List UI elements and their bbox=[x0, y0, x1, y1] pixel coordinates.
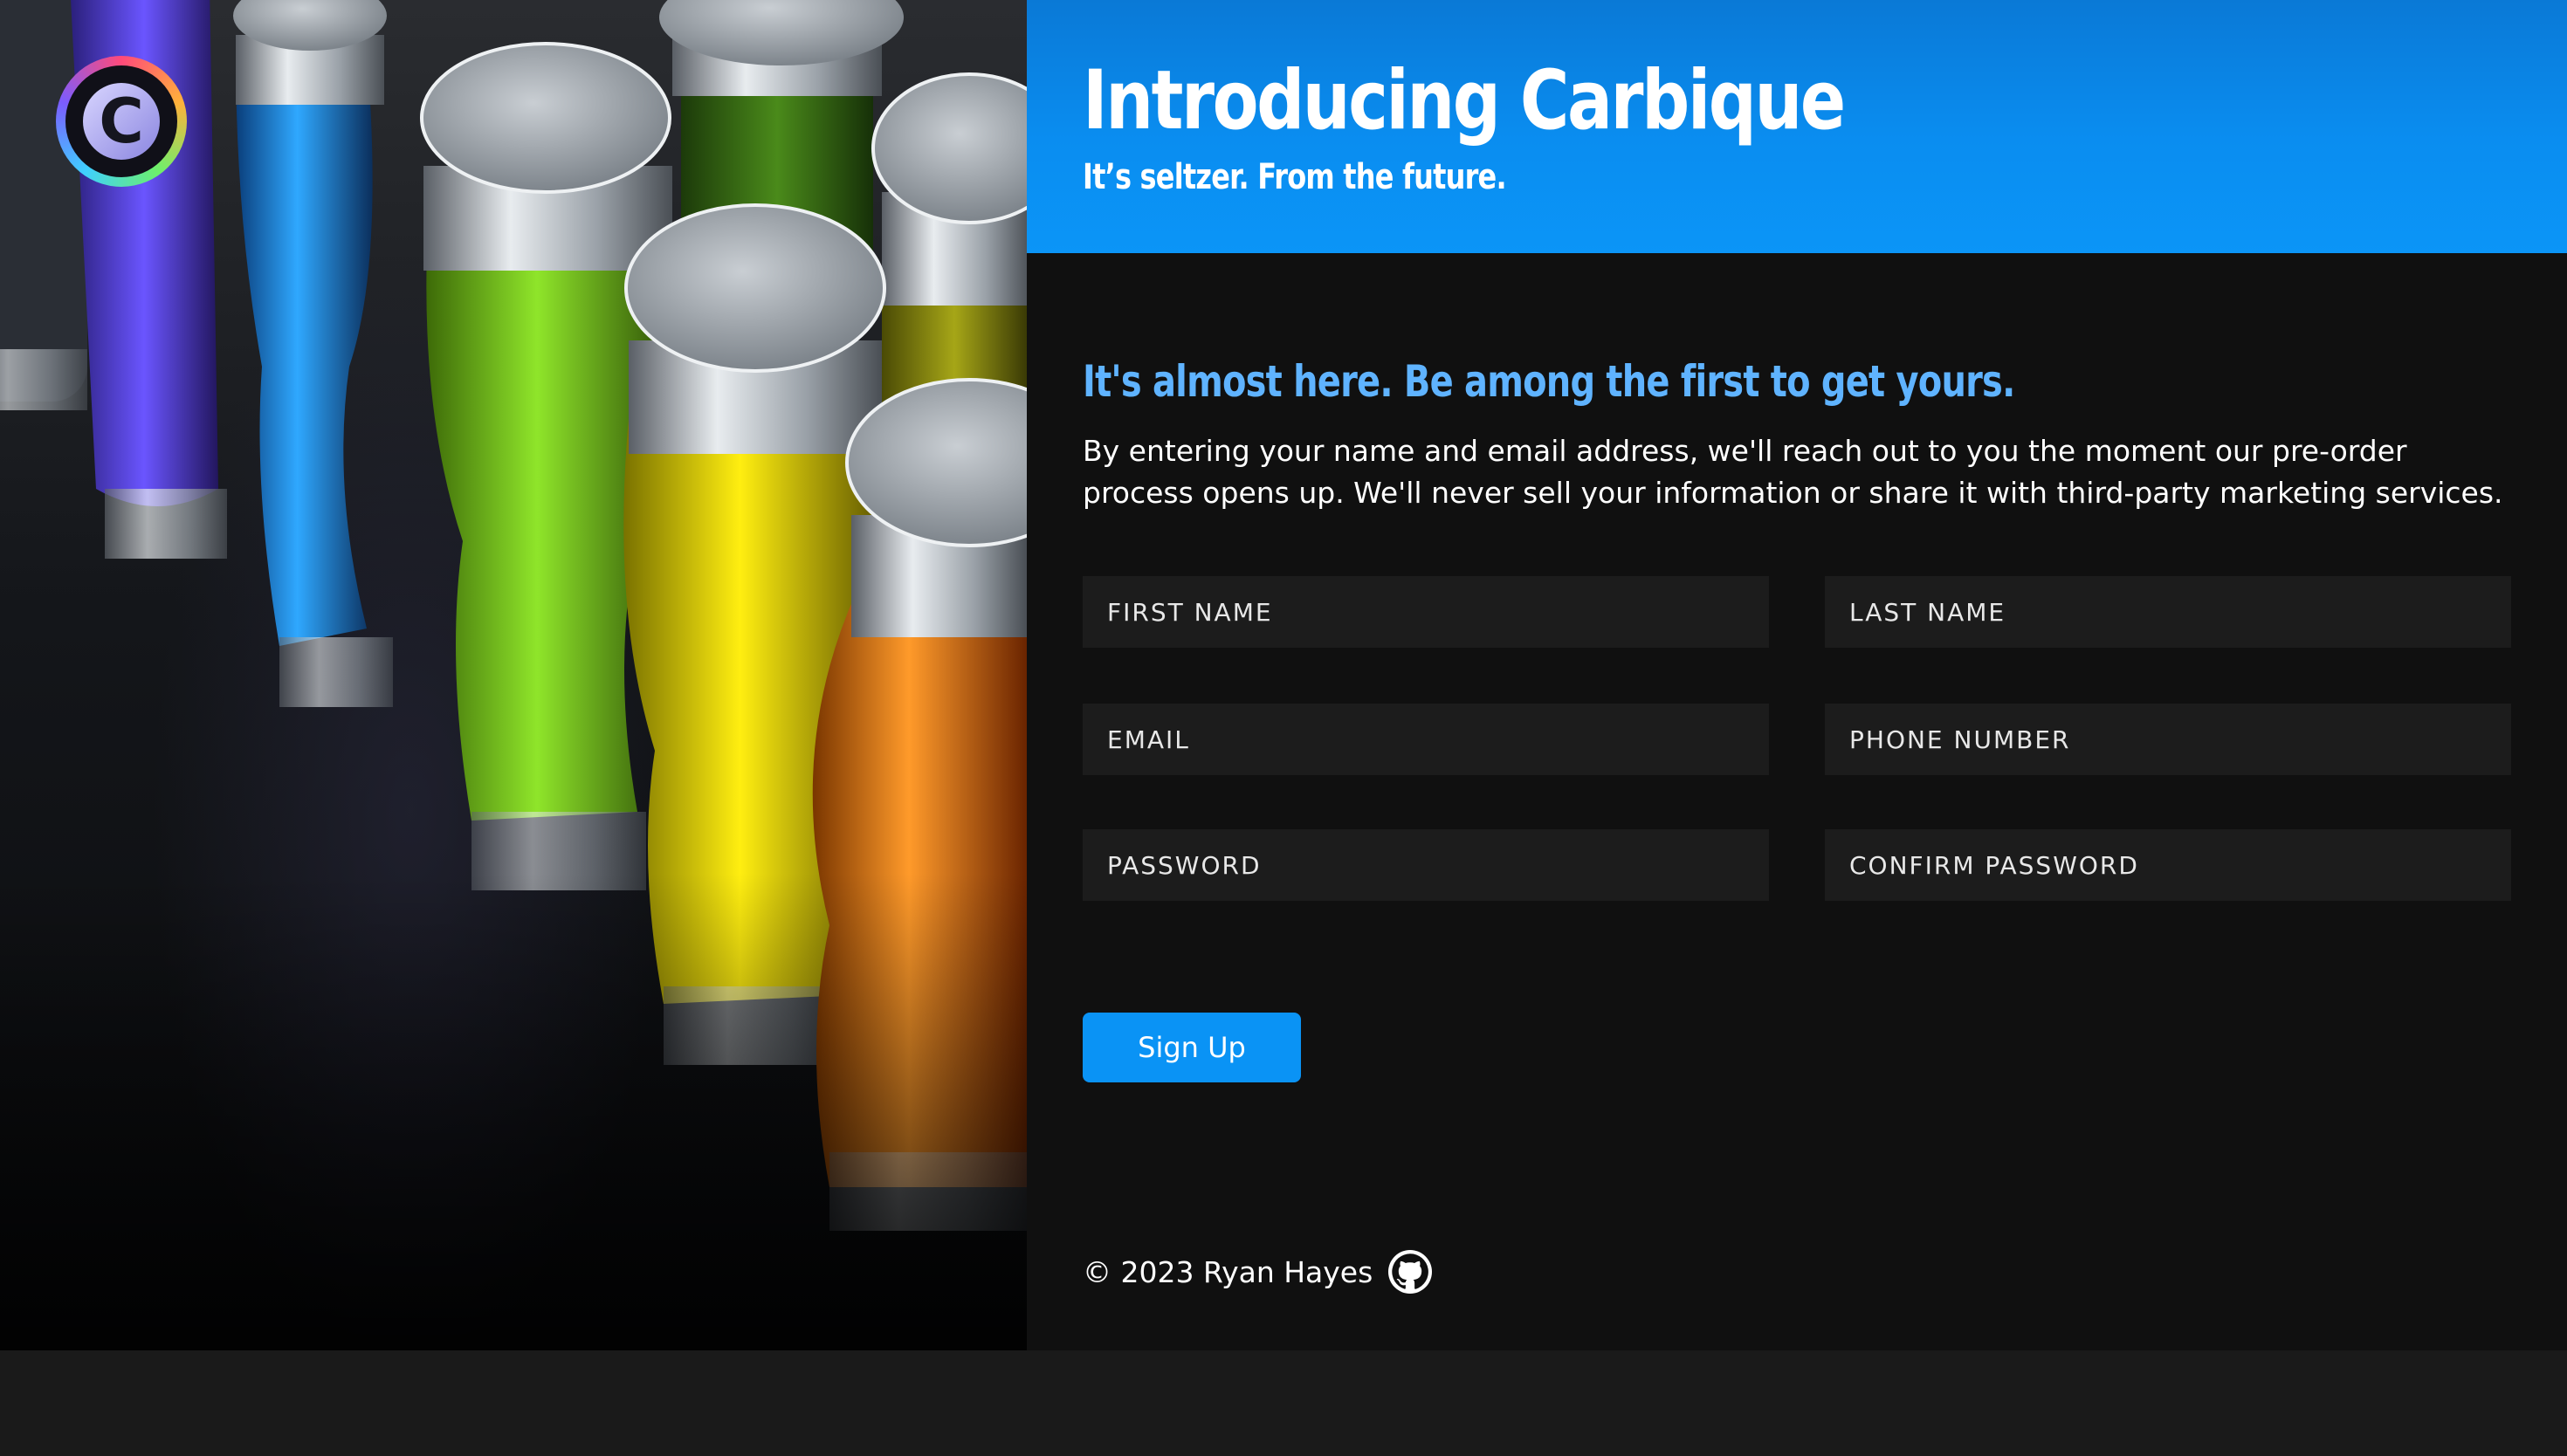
confirm-password-input[interactable] bbox=[1825, 829, 2511, 901]
github-icon[interactable] bbox=[1388, 1250, 1433, 1294]
signup-panel: Introducing Carbique It’s seltzer. From … bbox=[1027, 0, 2567, 1350]
header-banner: Introducing Carbique It’s seltzer. From … bbox=[1027, 0, 2567, 253]
footer: © 2023 Ryan Hayes bbox=[1083, 1250, 1433, 1294]
page-title: Introducing Carbique bbox=[1083, 53, 1846, 148]
logo-letter: C bbox=[83, 83, 160, 160]
sign-up-button[interactable]: Sign Up bbox=[1083, 1013, 1301, 1082]
bottles-illustration bbox=[0, 0, 1027, 1350]
intro-headline: It's almost here. Be among the first to … bbox=[1083, 356, 2015, 407]
email-input[interactable] bbox=[1083, 704, 1769, 775]
copyright-text: © 2023 Ryan Hayes bbox=[1083, 1254, 1373, 1289]
intro-description: By entering your name and email address,… bbox=[1083, 434, 2503, 510]
password-input[interactable] bbox=[1083, 829, 1769, 901]
intro-section: It's almost here. Be among the first to … bbox=[1083, 358, 2511, 514]
page: C Introducing Carbique It’s seltzer. Fro… bbox=[0, 0, 2567, 1456]
last-name-input[interactable] bbox=[1825, 576, 2511, 648]
first-name-input[interactable] bbox=[1083, 576, 1769, 648]
hero-image: C bbox=[0, 0, 1027, 1350]
phone-number-input[interactable] bbox=[1825, 704, 2511, 775]
page-subtitle: It’s seltzer. From the future. bbox=[1083, 157, 1507, 197]
carbique-logo-icon[interactable]: C bbox=[56, 56, 187, 187]
